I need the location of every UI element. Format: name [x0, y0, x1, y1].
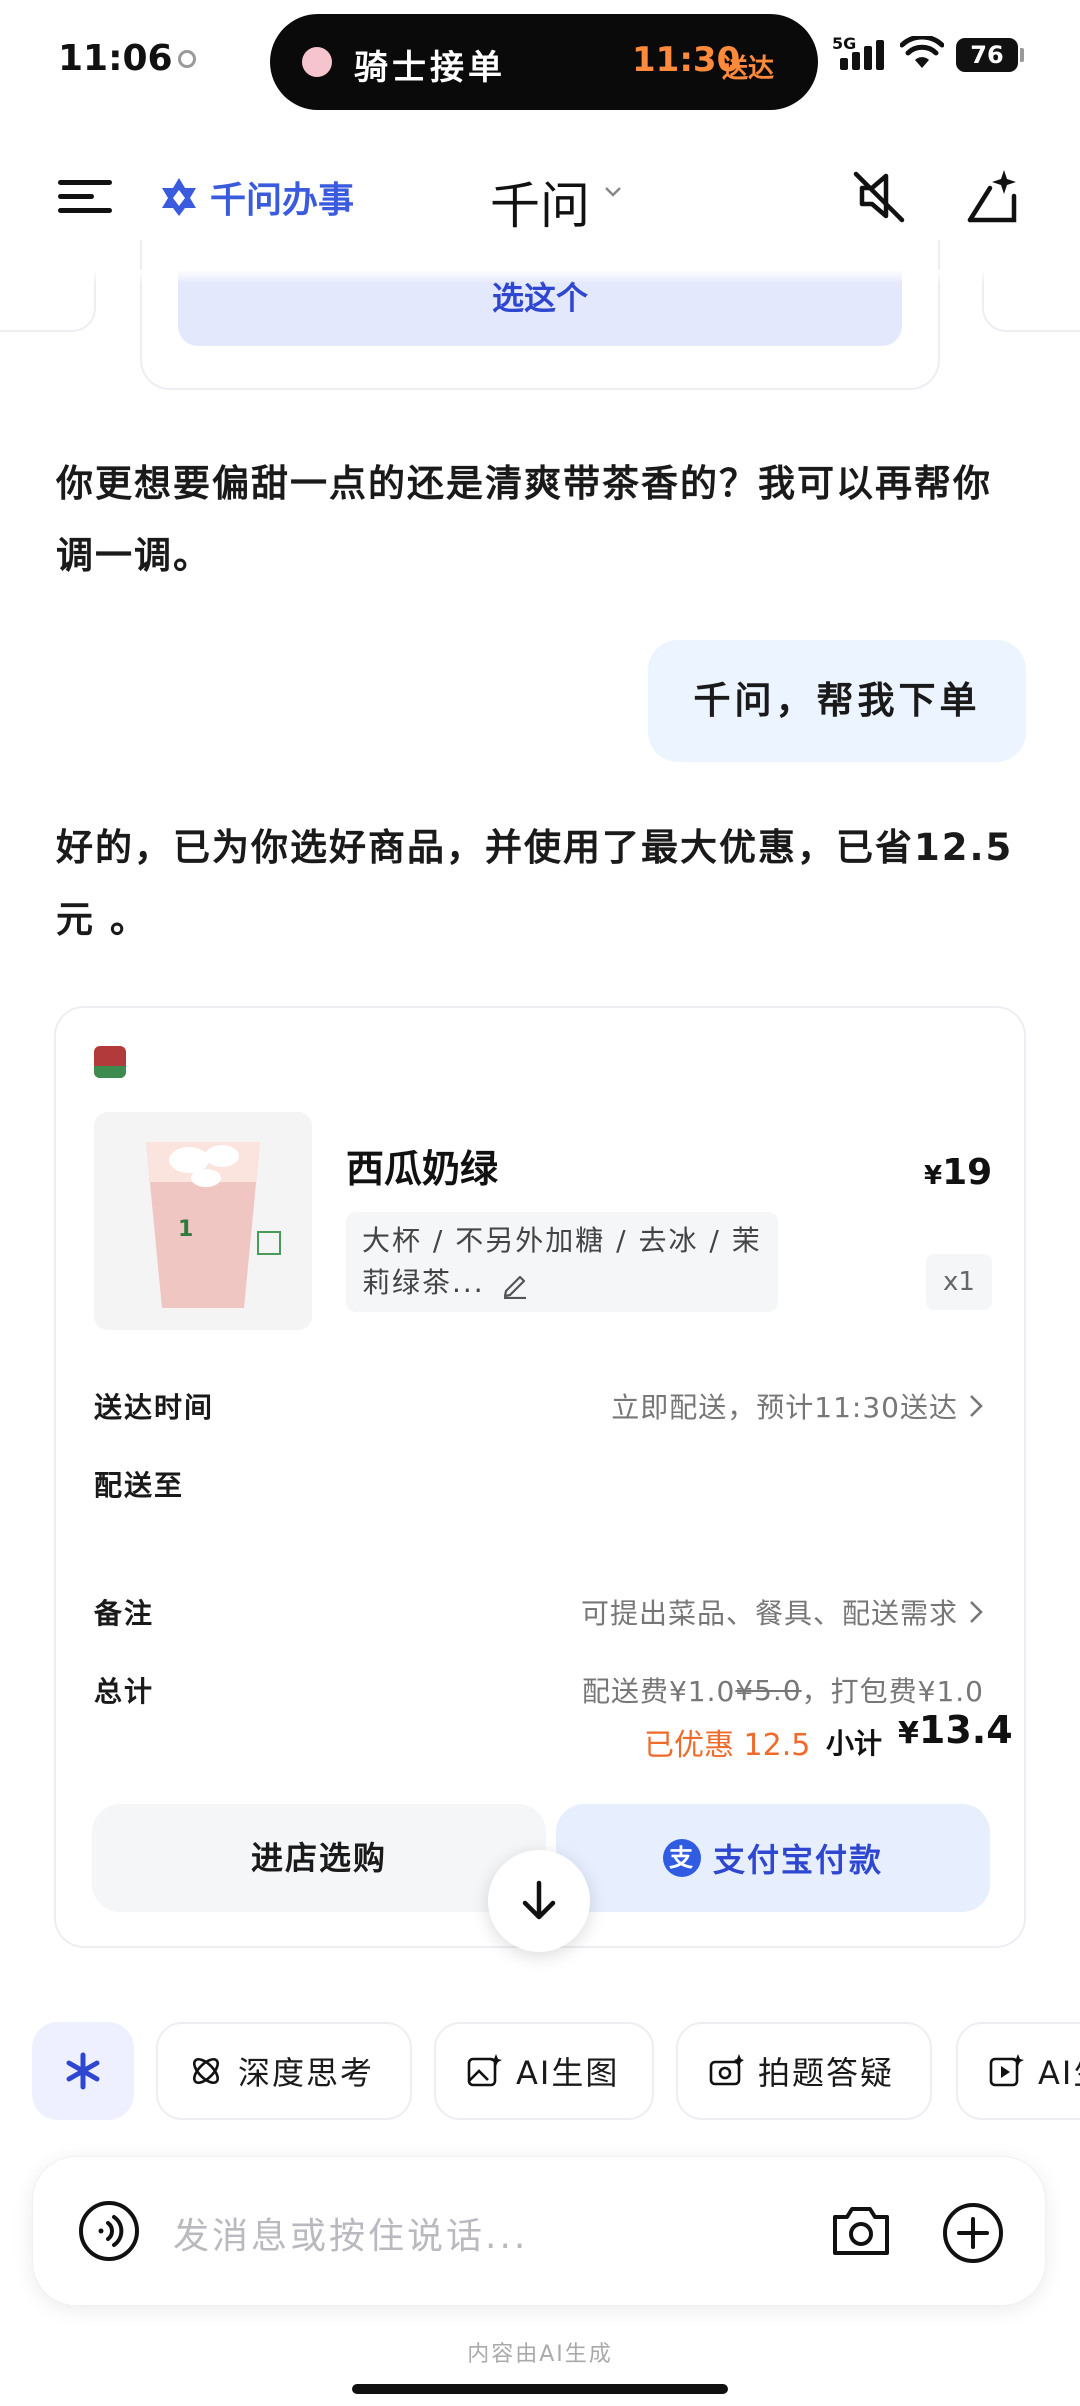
- chevron-right-icon: [970, 1395, 983, 1417]
- delivery-time-label: 送达时间: [94, 1391, 215, 1424]
- home-indicator[interactable]: [352, 2384, 728, 2394]
- plus-circle-icon[interactable]: [941, 2201, 1005, 2265]
- status-indicator-icon: [178, 50, 196, 68]
- deliver-to-label: 配送至: [94, 1469, 185, 1502]
- status-time: 11:06: [58, 38, 173, 79]
- enter-store-button[interactable]: 进店选购: [92, 1804, 546, 1912]
- assistant-message: 好的，已为你选好商品，并使用了最大优惠，已省12.5元 。: [56, 826, 1014, 941]
- dynamic-island[interactable]: 骑士接单 11:30 送达: [270, 14, 818, 110]
- chip-label: 拍题答疑: [758, 2054, 895, 2092]
- chip-deep-thinking[interactable]: 深度思考: [156, 2022, 412, 2120]
- note-input-row[interactable]: 可提出菜品、餐具、配送需求: [581, 1592, 984, 1632]
- message-input[interactable]: 发消息或按住说话...: [173, 2207, 528, 2259]
- battery-tip: [1020, 48, 1024, 62]
- island-eta-suffix: 送达: [722, 54, 775, 84]
- island-activity-label: 骑士接单: [354, 48, 506, 88]
- menu-icon[interactable]: [58, 180, 112, 214]
- arrow-down-icon: [522, 1880, 556, 1920]
- total-label: 总计: [94, 1675, 155, 1708]
- qianwen-logo-icon: [162, 178, 196, 216]
- spec-line-2: 莉绿茶...: [362, 1266, 485, 1299]
- delivery-time-value: 立即配送，预计11:30送达: [611, 1391, 958, 1424]
- ai-disclaimer: 内容由AI生成: [467, 2342, 613, 2367]
- fee-breakdown: 配送费¥1.0 ¥5.0 ，打包费¥1.0: [582, 1670, 984, 1710]
- subtotal-value: ¥13.4: [898, 1708, 1013, 1752]
- subtotal-label: 小计: [826, 1727, 883, 1760]
- rider-app-icon: [302, 47, 332, 77]
- store-logo-icon[interactable]: [94, 1046, 126, 1078]
- original-delivery-fee: ¥5.0: [735, 1673, 802, 1707]
- brand-name: 千问办事: [210, 180, 355, 221]
- atom-icon: [192, 2057, 220, 2085]
- milk-tea-cup-icon: 1: [94, 1112, 312, 1330]
- header-fade: [0, 270, 1080, 284]
- chip-ai-video[interactable]: AI生: [956, 2022, 1080, 2120]
- alipay-pay-button[interactable]: 支 支付宝付款: [556, 1804, 990, 1912]
- spec-line-1: 大杯 / 不另外加糖 / 去冰 / 茉: [362, 1224, 762, 1257]
- image-ai-icon: [467, 2054, 502, 2087]
- scroll-to-bottom-button[interactable]: [488, 1850, 590, 1952]
- model-selector-title[interactable]: 千问: [490, 166, 590, 238]
- pay-button-label: 支付宝付款: [712, 1841, 883, 1879]
- alipay-icon: 支: [662, 1839, 701, 1877]
- brand-link[interactable]: 千问办事: [158, 172, 354, 222]
- svg-text:1: 1: [178, 1217, 193, 1242]
- assistant-message: 你更想要偏甜一点的还是清爽带茶香的？我可以再帮你调一调。: [56, 462, 992, 577]
- product-price: ¥19: [924, 1152, 993, 1193]
- chevron-down-icon[interactable]: [604, 186, 622, 198]
- user-message-bubble: 千问，帮我下单: [648, 640, 1026, 762]
- camera-question-icon: [709, 2054, 744, 2086]
- note-label: 备注: [94, 1597, 155, 1630]
- chip-label: 深度思考: [238, 2054, 375, 2092]
- battery-icon: 76: [956, 38, 1018, 72]
- signal-icon: [840, 38, 888, 70]
- wifi-icon: [900, 36, 944, 68]
- product-image[interactable]: 1: [94, 1112, 312, 1330]
- mute-icon[interactable]: [850, 166, 910, 226]
- video-ai-icon: [989, 2054, 1024, 2087]
- voice-input-icon[interactable]: [77, 2199, 141, 2263]
- packing-fee: ，打包费¥1.0: [801, 1675, 984, 1708]
- product-spec-editor[interactable]: 大杯 / 不另外加糖 / 去冰 / 茉 莉绿茶...: [346, 1212, 778, 1312]
- status-bar: 11:06 骑士接单 11:30 送达 5G 76: [0, 0, 1080, 124]
- delivery-time-selector[interactable]: 立即配送，预计11:30送达: [611, 1386, 984, 1426]
- note-placeholder: 可提出菜品、餐具、配送需求: [580, 1597, 958, 1630]
- order-card: 1 西瓜奶绿 ¥19 大杯 / 不另外加糖 / 去冰 / 茉 莉绿茶... x1…: [54, 1006, 1026, 1948]
- discount-amount: 已优惠 12.5: [644, 1728, 811, 1763]
- chip-label: AI生图: [516, 2054, 620, 2092]
- message-input-bar: 发消息或按住说话...: [32, 2156, 1046, 2306]
- product-name: 西瓜奶绿: [346, 1147, 499, 1191]
- delivery-fee: 配送费¥1.0: [581, 1675, 736, 1708]
- quantity-badge[interactable]: x1: [926, 1254, 992, 1310]
- camera-icon[interactable]: [829, 2201, 893, 2261]
- chip-photo-question[interactable]: 拍题答疑: [676, 2022, 932, 2120]
- tool-chip-row: 深度思考 AI生图 拍题答疑 AI生: [0, 2022, 1080, 2122]
- chevron-right-icon: [970, 1601, 983, 1623]
- chip-label: AI生: [1038, 2054, 1080, 2092]
- new-chat-sparkle-icon[interactable]: [960, 166, 1024, 230]
- quick-tools-button[interactable]: [32, 2022, 134, 2120]
- chip-ai-image[interactable]: AI生图: [434, 2022, 654, 2120]
- asterisk-icon: [66, 2052, 100, 2090]
- edit-pencil-icon[interactable]: [500, 1269, 530, 1299]
